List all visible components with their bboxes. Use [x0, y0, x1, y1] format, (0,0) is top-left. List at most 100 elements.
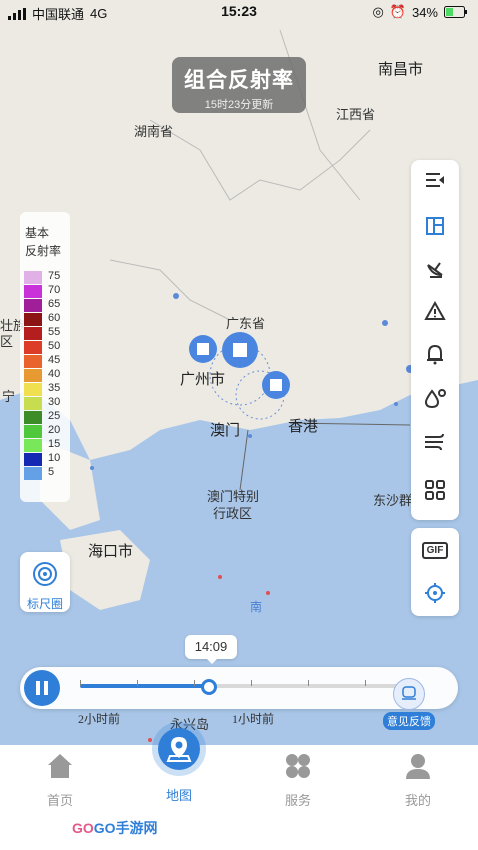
map-label-macau: 澳门	[210, 422, 241, 439]
feedback-button[interactable]: 意见反馈	[383, 678, 435, 730]
legend-swatch	[24, 397, 42, 410]
legend-item: 5	[24, 466, 70, 480]
alert-bell-button[interactable]	[411, 336, 459, 372]
legend-value: 5	[48, 466, 55, 478]
legend-item: 20	[24, 424, 70, 438]
user-icon	[406, 754, 430, 779]
timeline-tick	[194, 680, 195, 686]
product-title: 组合反射率	[184, 69, 294, 92]
legend-value: 75	[48, 270, 61, 282]
map-label-hunan: 湖南省	[134, 124, 174, 139]
legend-value: 45	[48, 354, 61, 366]
timeline-tick	[251, 680, 252, 686]
feedback-label: 意见反馈	[383, 712, 435, 730]
split-view-icon	[426, 217, 444, 235]
legend-value: 20	[48, 424, 61, 436]
map-toolbar-secondary: GIF	[411, 528, 459, 616]
legend-swatch	[24, 425, 42, 438]
legend-value: 60	[48, 312, 61, 324]
reflectivity-legend: 基本 反射率 75 70 65 60 55 50 45 40 35 30 25 20 15 10 5	[20, 212, 70, 502]
legend-value: 50	[48, 340, 61, 352]
tab-map[interactable]: 地图	[139, 785, 219, 804]
timeline-tick	[80, 680, 81, 686]
watermark-brand-a: GO	[72, 820, 94, 836]
legend-swatch	[24, 313, 42, 326]
tab-profile-label: 我的	[404, 793, 431, 808]
gif-button[interactable]: GIF	[411, 530, 459, 570]
tab-profile[interactable]: 我的	[378, 751, 458, 809]
legend-item: 55	[24, 326, 70, 340]
legend-item: 25	[24, 410, 70, 424]
map-label-left-2: 区	[0, 334, 14, 349]
gif-label: GIF	[421, 541, 449, 559]
legend-item: 15	[24, 438, 70, 452]
feedback-icon	[393, 678, 425, 710]
watermark-brand-c: 手游网	[115, 820, 158, 836]
legend-value: 70	[48, 284, 61, 296]
legend-item: 65	[24, 298, 70, 312]
legend-swatch	[24, 355, 42, 368]
legend-swatch	[24, 411, 42, 424]
label-1h-ago: 1小时前	[232, 712, 275, 726]
map-label-guangdong: 广东省	[226, 316, 266, 331]
legend-item: 50	[24, 340, 70, 354]
map-label-left-3: 宁	[2, 389, 16, 404]
raindrop-icon	[424, 389, 446, 409]
map-label-nanchang: 南昌市	[378, 61, 424, 78]
timeline-progress	[80, 684, 210, 688]
legend-item: 60	[24, 312, 70, 326]
warning-layer-button[interactable]	[411, 293, 459, 329]
legend-swatch	[24, 285, 42, 298]
pause-button[interactable]	[24, 670, 60, 706]
more-layers-button[interactable]	[411, 472, 459, 508]
target-rings-icon	[33, 562, 57, 586]
legend-item: 45	[24, 354, 70, 368]
watermark-logo: GOGO手游网	[72, 818, 158, 838]
product-title-box[interactable]: 组合反射率 15时23分更新	[172, 57, 306, 113]
legend-swatch	[24, 453, 42, 466]
tab-services[interactable]: 服务	[258, 751, 338, 809]
lock-rotation-icon: ◎	[372, 4, 384, 19]
home-icon	[48, 754, 72, 778]
legend-swatch	[24, 439, 42, 452]
collapse-toolbar-button[interactable]	[411, 162, 459, 198]
layer-split-button[interactable]	[411, 208, 459, 244]
legend-item: 35	[24, 382, 70, 396]
tab-home[interactable]: 首页	[20, 751, 100, 809]
crosshair-icon	[425, 583, 445, 603]
map-label-macau-sar-2: 行政区	[213, 506, 253, 521]
timeline-track[interactable]: 2小时前 1小时前	[78, 679, 420, 726]
collapse-menu-icon	[426, 173, 444, 187]
ruler-circle-button[interactable]: 标尺圈	[20, 552, 70, 612]
legend-swatch	[24, 271, 42, 284]
legend-value: 40	[48, 368, 61, 380]
legend-value: 10	[48, 452, 61, 464]
legend-title-line1: 基本	[25, 226, 50, 240]
legend-value: 25	[48, 410, 61, 422]
radar-layer-button[interactable]	[411, 250, 459, 286]
tab-map-label: 地图	[165, 788, 192, 803]
legend-swatch	[24, 327, 42, 340]
warning-icon	[424, 301, 446, 320]
legend-item: 70	[24, 284, 70, 298]
alarm-icon: ⏰	[389, 4, 406, 19]
timeline-tick	[137, 680, 138, 686]
legend-item: 30	[24, 396, 70, 410]
map-label-jiangxi: 江西省	[336, 107, 376, 122]
map-tab-icon-button[interactable]	[158, 728, 200, 770]
wind-layer-button[interactable]	[411, 423, 459, 459]
precipitation-layer-button[interactable]	[411, 380, 459, 416]
battery-icon	[444, 6, 467, 18]
status-bar: 中国联通 4G 15:23 ◎ ⏰ 34%	[0, 0, 478, 24]
legend-value: 55	[48, 326, 61, 338]
tab-services-label: 服务	[284, 793, 311, 808]
legend-value: 30	[48, 396, 61, 408]
timeline-knob[interactable]	[201, 679, 218, 695]
legend-swatch	[24, 341, 42, 354]
locate-button[interactable]	[411, 573, 459, 613]
watermark-brand-b: GO	[93, 820, 116, 836]
legend-value: 65	[48, 298, 61, 310]
pause-icon	[36, 681, 48, 695]
timeline-tick	[365, 680, 366, 686]
legend-swatch	[24, 467, 42, 480]
